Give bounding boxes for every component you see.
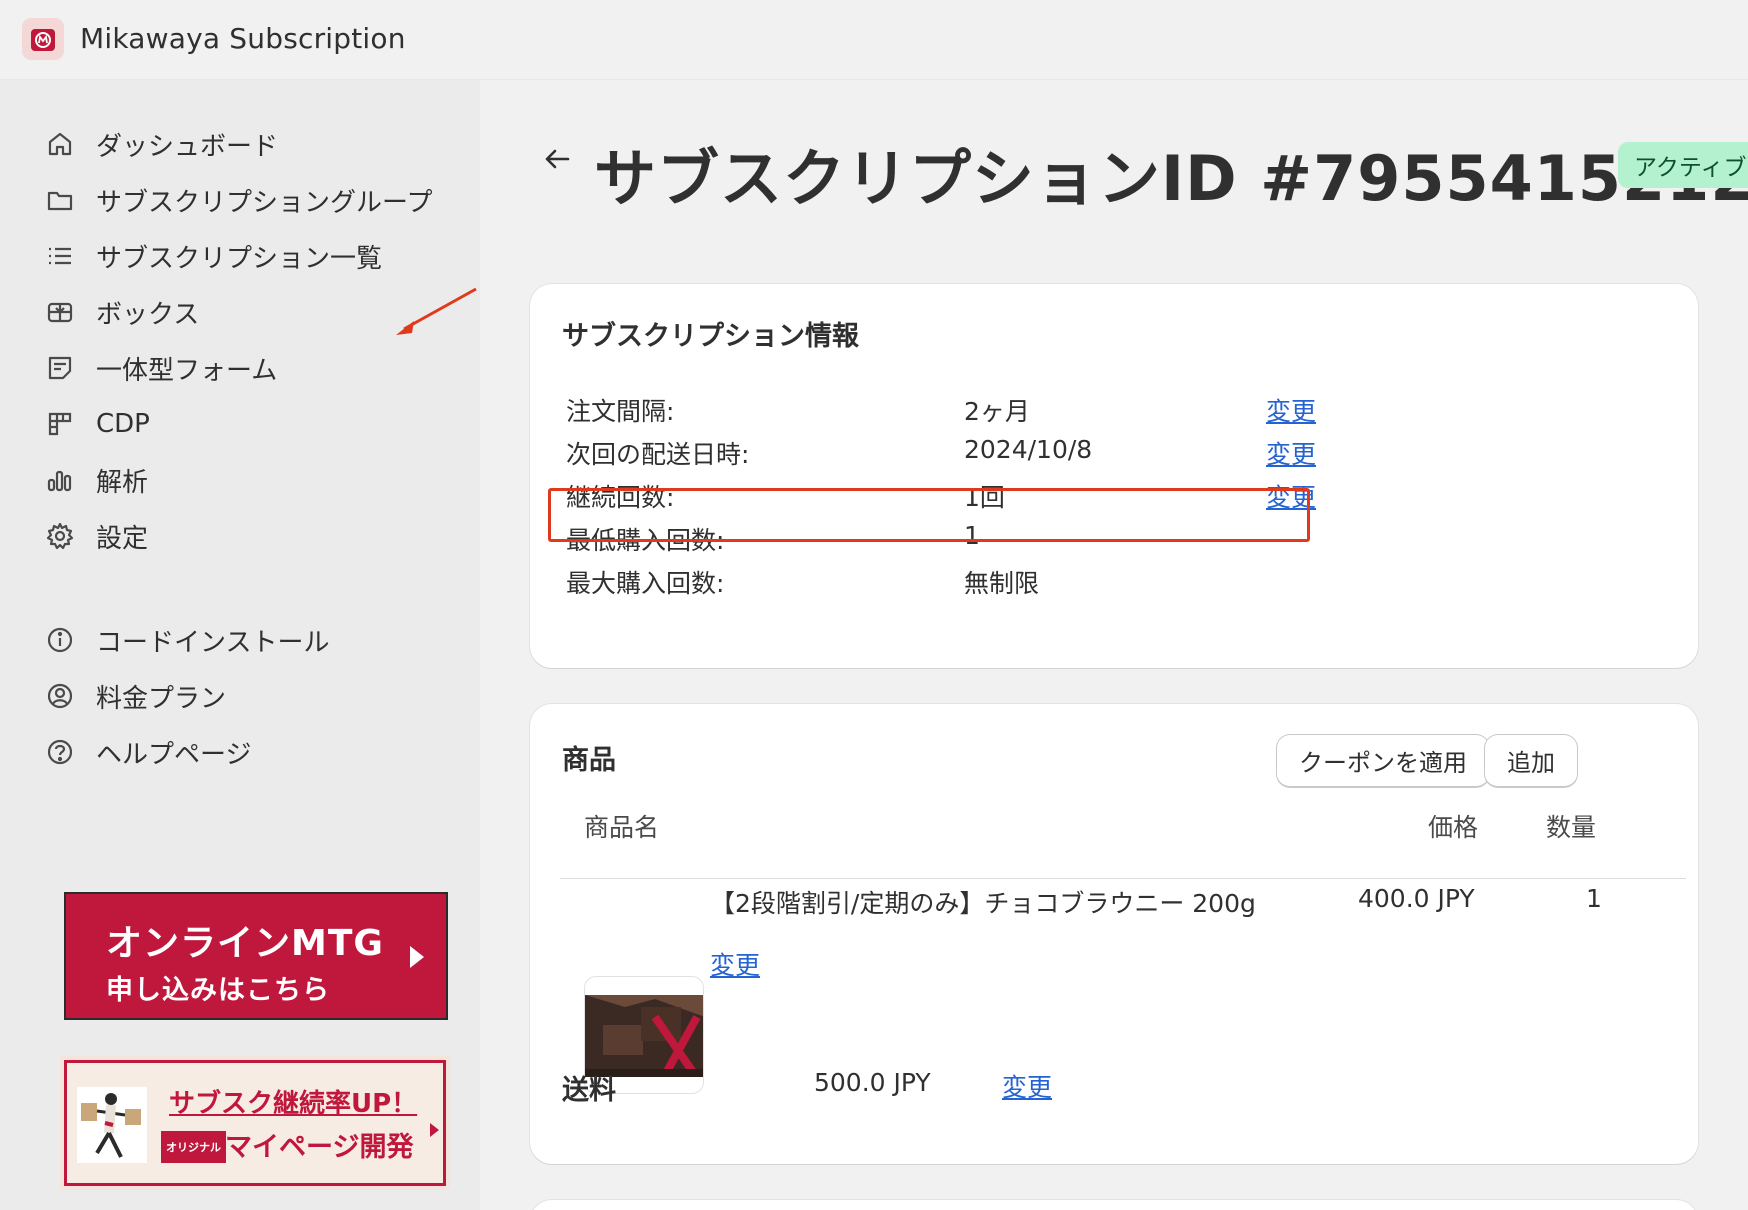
sidebar-item-help[interactable]: ヘルプページ bbox=[44, 728, 251, 776]
info-row-next-delivery: 次回の配送日時: 2024/10/8 変更 bbox=[566, 429, 1316, 473]
subscription-info-card: サブスクリプション情報 注文間隔: 2ヶ月 変更 次回の配送日時: 2024/1… bbox=[530, 284, 1698, 668]
sidebar-item-label: 一体型フォーム bbox=[96, 355, 278, 386]
info-label: 最大購入回数: bbox=[566, 569, 725, 598]
delivery-person-illustration bbox=[77, 1087, 147, 1163]
sidebar-item-dashboard[interactable]: ダッシュボード bbox=[44, 120, 278, 168]
gear-icon bbox=[44, 520, 76, 552]
info-label: 次回の配送日時: bbox=[566, 440, 750, 469]
apply-coupon-button[interactable]: クーポンを適用 bbox=[1276, 734, 1490, 788]
sidebar-item-box[interactable]: ボックス bbox=[44, 288, 199, 336]
sidebar-item-subscription-groups[interactable]: サブスクリプショングループ bbox=[44, 176, 432, 224]
page-title: サブスクリプションID #7955415212 bbox=[594, 142, 1748, 215]
sidebar: ダッシュボード サブスクリプショングループ サブスクリプション一覧 ボックス 一… bbox=[0, 80, 480, 1210]
subscription-info-title: サブスクリプション情報 bbox=[562, 321, 859, 352]
change-shipping-link[interactable]: 変更 bbox=[1002, 1068, 1052, 1104]
play-arrow-icon bbox=[430, 1123, 439, 1137]
info-value: 2ヶ月 bbox=[964, 397, 1030, 426]
column-header-quantity: 数量 bbox=[1546, 813, 1597, 842]
sidebar-item-label: 設定 bbox=[96, 523, 149, 554]
sidebar-item-label: サブスクリプション一覧 bbox=[96, 243, 383, 274]
annotation-arrow-icon bbox=[390, 285, 480, 349]
mypage-banner-title: サブスク継続率UP！ bbox=[169, 1089, 418, 1119]
user-circle-icon bbox=[44, 680, 76, 712]
grid-icon bbox=[44, 408, 76, 440]
main-content: サブスクリプションID #7955415212 アクティブ サブスクリプション情… bbox=[480, 80, 1748, 1210]
products-card: 商品 クーポンを適用 追加 商品名 価格 数量 【2段階割引/定期のみ】チョコブ… bbox=[530, 704, 1698, 1164]
mypage-banner-subtitle: マイページ開発 bbox=[225, 1132, 414, 1163]
mypage-development-banner[interactable]: サブスク継続率UP！ オリジナル マイページ開発 bbox=[60, 1056, 450, 1190]
bar-chart-icon bbox=[44, 464, 76, 496]
app-title: Mikawaya Subscription bbox=[80, 22, 406, 55]
sidebar-item-label: 解析 bbox=[96, 467, 149, 498]
info-value: 無制限 bbox=[964, 569, 1040, 598]
sidebar-item-pricing[interactable]: 料金プラン bbox=[44, 672, 226, 720]
app-header: Mikawaya Subscription bbox=[0, 0, 1748, 80]
sidebar-item-label: 料金プラン bbox=[96, 683, 227, 714]
mtg-banner-subtitle: 申し込みはこちら bbox=[106, 975, 330, 1006]
sidebar-item-analytics[interactable]: 解析 bbox=[44, 456, 148, 504]
sidebar-item-label: コードインストール bbox=[96, 627, 330, 658]
product-name: 【2段階割引/定期のみ】チョコブラウニー 200g bbox=[710, 889, 1256, 918]
sidebar-item-label: CDP bbox=[96, 409, 150, 439]
original-tag: オリジナル bbox=[161, 1131, 226, 1163]
folder-icon bbox=[44, 184, 76, 216]
add-product-button[interactable]: 追加 bbox=[1484, 734, 1578, 788]
shipping-label: 送料 bbox=[562, 1075, 616, 1106]
sidebar-item-label: サブスクリプショングループ bbox=[96, 187, 433, 218]
app-logo-icon bbox=[22, 18, 64, 60]
home-icon bbox=[44, 128, 76, 160]
column-header-name: 商品名 bbox=[584, 813, 660, 842]
sidebar-item-label: ヘルプページ bbox=[96, 739, 252, 770]
sidebar-item-code-install[interactable]: コードインストール bbox=[44, 616, 329, 664]
products-title: 商品 bbox=[562, 745, 616, 776]
change-order-interval-link[interactable]: 変更 bbox=[1266, 392, 1316, 428]
sidebar-item-label: ダッシュボード bbox=[96, 131, 279, 162]
mtg-banner-title: オンラインMTG bbox=[106, 923, 384, 964]
product-quantity: 1 bbox=[1586, 884, 1602, 913]
column-header-price: 価格 bbox=[1428, 813, 1479, 842]
sidebar-item-form[interactable]: 一体型フォーム bbox=[44, 344, 277, 392]
help-icon bbox=[44, 736, 76, 768]
shipping-value: 500.0 JPY bbox=[814, 1068, 931, 1097]
info-value: 2024/10/8 bbox=[964, 435, 1093, 464]
sidebar-item-subscription-list[interactable]: サブスクリプション一覧 bbox=[44, 232, 382, 280]
gift-box-icon bbox=[44, 296, 76, 328]
back-arrow-icon[interactable] bbox=[540, 142, 574, 180]
info-row-max-purchases: 最大購入回数: 無制限 bbox=[566, 558, 1286, 602]
sidebar-item-label: ボックス bbox=[96, 299, 200, 330]
product-price: 400.0 JPY bbox=[1358, 884, 1475, 913]
info-label: 注文間隔: bbox=[566, 397, 675, 426]
info-row-order-interval: 注文間隔: 2ヶ月 変更 bbox=[566, 386, 1316, 430]
change-next-delivery-link[interactable]: 変更 bbox=[1266, 435, 1316, 471]
info-icon bbox=[44, 624, 76, 656]
change-product-link[interactable]: 変更 bbox=[710, 946, 760, 982]
sidebar-item-settings[interactable]: 設定 bbox=[44, 512, 148, 560]
play-arrow-icon bbox=[410, 946, 424, 968]
form-icon bbox=[44, 352, 76, 384]
next-card bbox=[530, 1200, 1698, 1210]
sidebar-item-cdp[interactable]: CDP bbox=[44, 400, 150, 448]
online-mtg-banner[interactable]: オンラインMTG 申し込みはこちら bbox=[64, 892, 448, 1020]
status-badge: アクティブ bbox=[1618, 142, 1748, 188]
table-divider bbox=[560, 878, 1686, 879]
list-icon bbox=[44, 240, 76, 272]
highlight-renewal-count bbox=[548, 488, 1310, 542]
